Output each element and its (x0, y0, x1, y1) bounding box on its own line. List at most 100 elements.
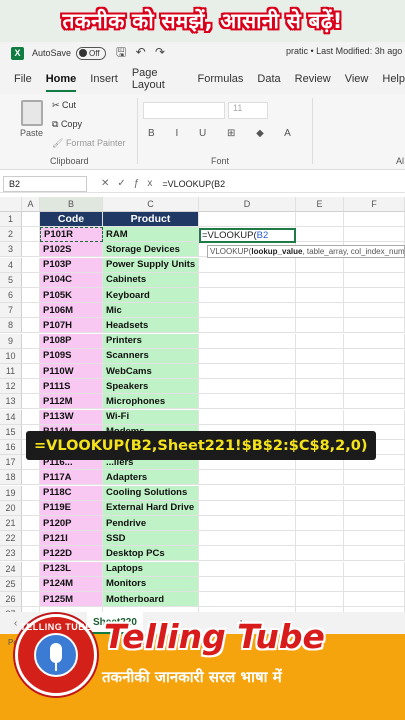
cell-d[interactable] (199, 409, 296, 425)
autosave-toggle[interactable]: Off (76, 46, 107, 60)
cell-d[interactable] (199, 516, 296, 531)
cell-a[interactable] (22, 288, 40, 303)
cell-e[interactable] (296, 500, 344, 516)
cut-button[interactable]: ✂ Cut (52, 100, 76, 111)
cell-product[interactable]: Headsets (103, 318, 199, 334)
cell-product[interactable]: Cabinets (103, 272, 199, 288)
row-number[interactable]: 14 (0, 409, 22, 425)
cell-d[interactable] (199, 272, 296, 288)
cell-d[interactable] (199, 394, 296, 410)
cell-e[interactable] (296, 288, 344, 303)
cell-e[interactable] (296, 379, 344, 395)
cell-e[interactable] (296, 546, 344, 562)
cell-product[interactable]: WebCams (103, 364, 199, 379)
cell-a[interactable] (22, 409, 40, 425)
cell-d[interactable] (199, 470, 296, 486)
cell-product[interactable]: Power Supply Units (103, 257, 199, 273)
menu-insert[interactable]: Insert (90, 73, 118, 85)
row-number[interactable]: 13 (0, 394, 22, 410)
column-header-d[interactable]: D (199, 197, 296, 212)
cell-a[interactable] (22, 364, 40, 379)
row-number[interactable]: 8 (0, 318, 22, 334)
cell-e[interactable] (296, 212, 344, 227)
cell-d[interactable] (199, 561, 296, 577)
row-number[interactable]: 15 (0, 424, 22, 440)
menu-help[interactable]: Help (382, 73, 405, 85)
cell-f[interactable] (344, 546, 405, 562)
cell-f[interactable] (344, 272, 405, 288)
cell-code[interactable]: P117A (40, 470, 103, 486)
cell-a[interactable] (22, 257, 40, 273)
quick-access-icons[interactable]: 🖫 ↶ ↷ (116, 43, 168, 64)
cell-e[interactable] (296, 516, 344, 531)
cell-a[interactable] (22, 516, 40, 531)
select-all-corner[interactable] (0, 197, 22, 212)
cell-e[interactable] (296, 272, 344, 288)
row-number[interactable]: 17 (0, 455, 22, 471)
cell-product[interactable]: External Hard Drive (103, 500, 199, 516)
cell-code[interactable]: P119E (40, 500, 103, 516)
cell-product[interactable]: Storage Devices (103, 242, 199, 258)
cell-a[interactable] (22, 318, 40, 334)
cell-d[interactable] (199, 257, 296, 273)
cell-product[interactable]: Laptops (103, 561, 199, 577)
active-edit-cell-d2[interactable]: =VLOOKUP(B2 (199, 228, 296, 243)
paste-label[interactable]: Paste (20, 128, 43, 138)
cell-f[interactable] (344, 333, 405, 349)
cell-f[interactable] (344, 227, 405, 243)
cell-f[interactable] (344, 364, 405, 379)
cell-f[interactable] (344, 212, 405, 227)
cell-e[interactable] (296, 364, 344, 379)
format-painter-button[interactable]: 🖌 Format Painter (52, 138, 125, 149)
cell-product[interactable]: Speakers (103, 379, 199, 395)
cell-product[interactable]: Monitors (103, 576, 199, 592)
cell-d[interactable] (199, 318, 296, 334)
cell-a[interactable] (22, 333, 40, 349)
row-number[interactable]: 11 (0, 364, 22, 379)
cell-code[interactable]: P125M (40, 592, 103, 607)
row-number[interactable]: 19 (0, 485, 22, 501)
cell-code[interactable]: P118C (40, 485, 103, 501)
row-number[interactable]: 18 (0, 470, 22, 486)
cell-code[interactable]: P102S (40, 242, 103, 258)
cell-f[interactable] (344, 592, 405, 607)
menu-page-layout[interactable]: Page Layout (132, 67, 184, 91)
cell-f[interactable] (344, 303, 405, 319)
cell-d[interactable] (199, 576, 296, 592)
row-number[interactable]: 25 (0, 576, 22, 592)
cell-e[interactable] (296, 333, 344, 349)
row-number[interactable]: 12 (0, 379, 22, 395)
cell-d[interactable] (199, 485, 296, 501)
cell-product[interactable]: SSD (103, 531, 199, 547)
cell-a[interactable] (22, 576, 40, 592)
cell-product[interactable]: Mic (103, 303, 199, 319)
menu-formulas[interactable]: Formulas (198, 73, 244, 85)
cell-e[interactable] (296, 592, 344, 607)
cell-code[interactable]: P123L (40, 561, 103, 577)
cell-code[interactable]: P120P (40, 516, 103, 531)
cell-code[interactable]: P108P (40, 333, 103, 349)
cell-a[interactable] (22, 500, 40, 516)
cell-code[interactable]: P103P (40, 257, 103, 273)
cell-product[interactable]: Wi-Fi (103, 409, 199, 425)
font-format-buttons[interactable]: B I U ⊞ ◆ A (148, 128, 300, 139)
row-number[interactable]: 6 (0, 288, 22, 303)
cell-d[interactable] (199, 212, 296, 227)
menu-view[interactable]: View (345, 73, 369, 85)
copy-button[interactable]: ⧉ Copy (52, 119, 82, 130)
row-number[interactable]: 9 (0, 333, 22, 349)
cell-code[interactable]: P105K (40, 288, 103, 303)
font-family-select[interactable] (143, 102, 225, 119)
cell-code[interactable]: P124M (40, 576, 103, 592)
header-code[interactable]: Code (40, 212, 103, 227)
cell-f[interactable] (344, 394, 405, 410)
cell-product[interactable]: Motherboard (103, 592, 199, 607)
cell-code[interactable]: P110W (40, 364, 103, 379)
cell-a[interactable] (22, 227, 40, 243)
cell-a[interactable] (22, 242, 40, 258)
paste-icon[interactable] (21, 100, 43, 126)
font-size-select[interactable]: 11 (228, 102, 268, 119)
cell-code[interactable]: P122D (40, 546, 103, 562)
cell-a[interactable] (22, 212, 40, 227)
cell-e[interactable] (296, 303, 344, 319)
